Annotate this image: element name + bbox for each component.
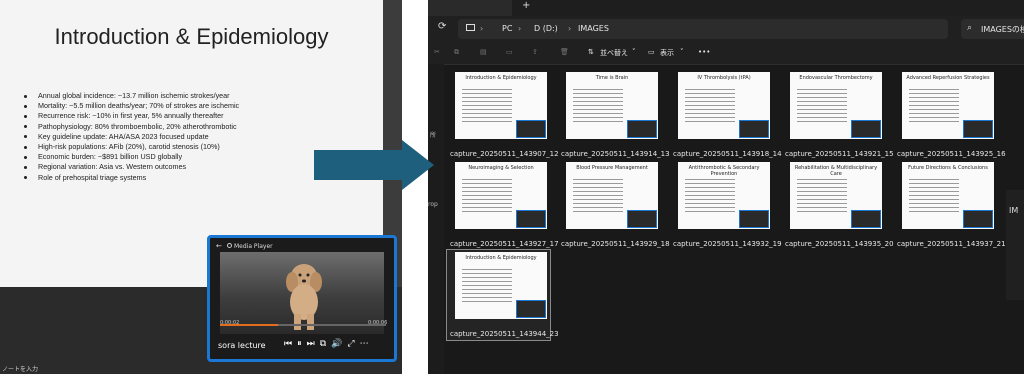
dog-image (286, 264, 322, 330)
breadcrumb-drive[interactable]: D (D:) (534, 24, 558, 33)
paste-icon[interactable]: ▤ (480, 48, 487, 56)
volume-icon[interactable]: 🔊 (331, 339, 347, 349)
nav-item[interactable]: rop (428, 201, 438, 208)
breadcrumb-images[interactable]: IMAGES (578, 24, 609, 33)
bullet-item: Economic burden: ~$891 billion USD globa… (24, 152, 239, 162)
bullet-item: Pathophysiology: 80% thromboembolic, 20%… (24, 122, 239, 132)
file-thumbnail: Introduction & Epidemiology (455, 252, 547, 319)
file-thumbnail: IV Thrombolysis (tPA) (678, 72, 770, 139)
sort-icon: ⇅ (588, 48, 594, 56)
file-thumbnail: Advanced Reperfusion Strategies (902, 72, 994, 139)
pause-icon[interactable]: ⏸ (297, 339, 307, 349)
file-item[interactable]: Introduction & Epidemiology capture_2025… (450, 64, 559, 158)
computer-icon (466, 24, 475, 31)
file-item[interactable]: Blood Pressure Management capture_202505… (561, 154, 670, 248)
arrow-right-icon (314, 140, 434, 190)
navigation-pane: 所 rop (428, 64, 444, 374)
cut-icon[interactable]: ✂ (434, 48, 440, 56)
search-box[interactable]: ⌕ IMAGESの検 (961, 19, 1024, 39)
tab-bar: + (428, 0, 1024, 16)
chevron-right-icon: › (480, 24, 484, 33)
video-frame[interactable] (220, 252, 384, 334)
playback-controls: ⏮⏸⏭⧉🔊⤢⋯ (284, 339, 374, 349)
bullet-item: Role of prehospital triage systems (24, 173, 239, 183)
file-explorer-window: + ⟳ › PC › D (D:) › IMAGES ⌕ IMAGESの検 ✂ … (428, 0, 1024, 374)
chevron-down-icon: ˅ (632, 48, 636, 56)
file-name: capture_20250511_143944_23 (450, 330, 559, 338)
file-item[interactable]: Advanced Reperfusion Strategies capture_… (897, 64, 1006, 158)
file-thumbnail: Introduction & Epidemiology (455, 72, 547, 139)
share-icon[interactable]: ⇪ (532, 48, 538, 56)
file-item[interactable]: Future Directions & Conclusions capture_… (897, 154, 1006, 248)
rename-icon[interactable]: ▭ (506, 48, 513, 56)
file-thumbnail: Rehabilitation & Multidisciplinary Care (790, 162, 882, 229)
bullet-item: Mortality: ~5.5 million deaths/year; 70%… (24, 101, 239, 111)
seek-bar-fill (220, 324, 279, 326)
file-item-selected[interactable]: Introduction & Epidemiology capture_2025… (450, 244, 559, 338)
nav-item[interactable]: 所 (430, 130, 436, 139)
refresh-icon[interactable]: ⟳ (438, 21, 446, 32)
command-bar: ✂ ⧉ ▤ ▭ ⇪ 🗑 ⇅ 並べ替え ˅ ▭ 表示 ˅ ••• (428, 42, 1024, 65)
slide-title: Introduction & Epidemiology (54, 24, 329, 49)
bullet-item: Recurrence risk: ~10% in first year, 5% … (24, 111, 239, 121)
details-pane-title: IM (1009, 206, 1019, 215)
file-item[interactable]: Time is Brain capture_20250511_143914_13 (561, 64, 670, 158)
bullet-item: High-risk populations: AFib (20%), carot… (24, 142, 239, 152)
copy-icon[interactable]: ⧉ (454, 48, 459, 57)
file-item[interactable]: Antithrombotic & Secondary Prevention ca… (673, 154, 782, 248)
file-name: capture_20250511_143937_21 (897, 240, 1006, 248)
media-name: sora lecture (218, 341, 266, 350)
media-player-title: Media Player (234, 243, 273, 250)
file-item[interactable]: Rehabilitation & Multidisciplinary Care … (785, 154, 894, 248)
file-name: capture_20250511_143932_19 (673, 240, 782, 248)
chevron-down-icon: ˅ (680, 48, 684, 56)
view-button[interactable]: 表示 (660, 48, 674, 58)
view-icon: ▭ (648, 48, 655, 56)
file-thumbnail: Time is Brain (566, 72, 658, 139)
file-name: capture_20250511_143929_18 (561, 240, 670, 248)
sort-button[interactable]: 並べ替え (600, 48, 628, 58)
next-icon[interactable]: ⏭ (307, 339, 320, 349)
file-item[interactable]: Endovascular Thrombectomy capture_202505… (785, 64, 894, 158)
active-tab[interactable] (428, 0, 512, 16)
fullscreen-icon[interactable]: ⤢ (347, 339, 359, 349)
file-grid: Introduction & Epidemiology capture_2025… (444, 64, 1006, 374)
file-thumbnail: Future Directions & Conclusions (902, 162, 994, 229)
chevron-right-icon: › (568, 24, 572, 33)
more-options-button[interactable]: ••• (698, 48, 710, 56)
seek-bar[interactable] (220, 324, 386, 326)
file-item[interactable]: Neuroimaging & Selection capture_2025051… (450, 154, 559, 248)
file-item[interactable]: IV Thrombolysis (tPA) capture_20250511_1… (673, 64, 782, 158)
bullet-list: Annual global incidence: ~13.7 million i… (24, 91, 239, 183)
search-placeholder: IMAGESの検 (981, 25, 1024, 34)
bullet-item: Regional variation: Asia vs. Western out… (24, 162, 239, 172)
back-arrow-icon[interactable]: ← (216, 242, 222, 250)
miniplayer-icon[interactable]: ⧉ (320, 339, 331, 349)
media-app-icon (227, 243, 232, 248)
bullet-item: Key guideline update: AHA/ASA 2023 focus… (24, 132, 239, 142)
chevron-right-icon: › (518, 24, 522, 33)
delete-icon[interactable]: 🗑 (560, 48, 569, 56)
previous-icon[interactable]: ⏮ (284, 339, 297, 349)
media-player-window[interactable]: ← Media Player 0:00:02 0:00:06 sora lect… (207, 235, 397, 362)
breadcrumb-pc[interactable]: PC (502, 24, 512, 33)
address-bar[interactable]: › PC › D (D:) › IMAGES (458, 19, 948, 39)
file-thumbnail: Endovascular Thrombectomy (790, 72, 882, 139)
details-pane: IM (1006, 190, 1024, 300)
more-options-icon[interactable]: ⋯ (360, 339, 374, 349)
file-thumbnail: Antithrombotic & Secondary Prevention (678, 162, 770, 229)
file-thumbnail: Blood Pressure Management (566, 162, 658, 229)
notes-placeholder[interactable]: ノートを入力 (2, 364, 38, 373)
new-tab-button[interactable]: + (522, 0, 530, 11)
file-name: capture_20250511_143935_20 (785, 240, 894, 248)
file-thumbnail: Neuroimaging & Selection (455, 162, 547, 229)
bullet-item: Annual global incidence: ~13.7 million i… (24, 91, 239, 101)
search-icon: ⌕ (967, 23, 973, 33)
address-row: ⟳ › PC › D (D:) › IMAGES ⌕ IMAGESの検 (428, 16, 1024, 42)
